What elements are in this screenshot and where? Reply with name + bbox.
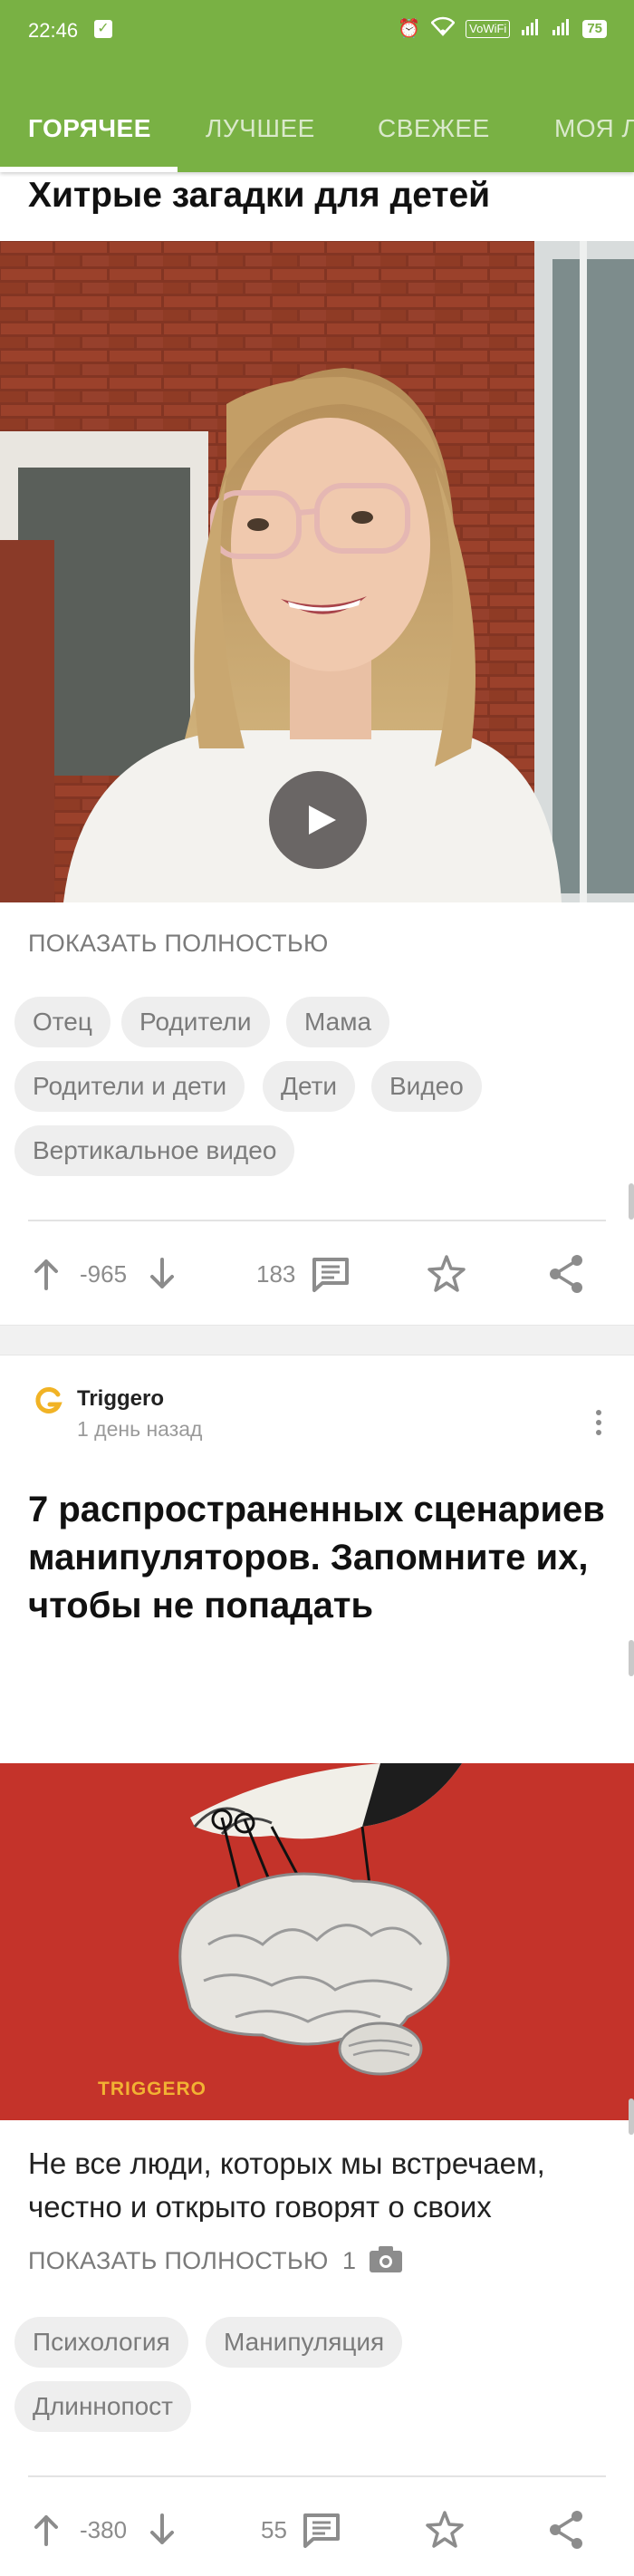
camera-icon: [368, 2243, 404, 2279]
tab-best[interactable]: ЛУЧШЕЕ: [206, 114, 315, 172]
active-tab-indicator: [0, 167, 178, 172]
tag-chip[interactable]: Видео: [371, 1061, 482, 1112]
signal-icon-2: [552, 17, 572, 41]
post-rating: -380: [80, 2516, 128, 2543]
scrollbar-thumb[interactable]: [629, 1640, 634, 1676]
photo-count: 1: [342, 2247, 357, 2274]
play-button[interactable]: [269, 771, 367, 869]
status-icons: ⏰ VoWiFi 75: [398, 16, 607, 42]
comment-icon[interactable]: [303, 2503, 341, 2576]
downvote-arrow-icon[interactable]: [149, 2503, 176, 2576]
image-caption: TRIGGERO: [98, 2079, 207, 2099]
status-bar: 22:46 ✓ ⏰ VoWiFi 75: [0, 0, 634, 65]
post-date: 1 день назад: [77, 1417, 203, 1441]
post-rating: -965: [80, 1260, 128, 1288]
share-icon[interactable]: [547, 2503, 585, 2576]
battery-indicator: 75: [582, 20, 607, 38]
post-title[interactable]: 7 распространенных сценариев манипулятор…: [28, 1486, 608, 1630]
vowifi-badge: VoWiFi: [466, 20, 511, 38]
tag-chip[interactable]: Вертикальное видео: [14, 1125, 295, 1176]
bookmark-star-icon[interactable]: [426, 2503, 464, 2576]
post-title[interactable]: Хитрые загадки для детей: [28, 176, 490, 216]
divider: [28, 1220, 606, 1221]
tag-chip[interactable]: Длиннопост: [14, 2381, 191, 2432]
app-bar: 22:46 ✓ ⏰ VoWiFi 75 ГОРЯЧЕЕ ЛУЧШЕЕ СВЕЖЕ…: [0, 0, 634, 172]
wifi-icon: [430, 16, 456, 42]
share-icon[interactable]: [547, 1247, 585, 1320]
upvote-arrow-icon[interactable]: [33, 2503, 60, 2576]
scrollbar-thumb[interactable]: [629, 2098, 634, 2135]
divider: [28, 2475, 606, 2477]
play-icon: [309, 806, 336, 835]
post-separator: [0, 1325, 634, 1356]
post-image[interactable]: TRIGGERO: [0, 1763, 634, 2120]
comments-count[interactable]: 183: [256, 1247, 295, 1301]
downvote-arrow-icon[interactable]: [149, 1247, 176, 1320]
tag-chip[interactable]: Родители и дети: [14, 1061, 245, 1112]
show-full-post-button[interactable]: ПОКАЗАТЬ ПОЛНОСТЬЮ: [28, 2247, 329, 2275]
tag-chip[interactable]: Родители: [121, 997, 270, 1047]
tag-chip[interactable]: Мама: [286, 997, 390, 1047]
bookmark-star-icon[interactable]: [427, 1247, 466, 1320]
tag-chip[interactable]: Дети: [263, 1061, 356, 1112]
post1-actions: -965 183: [0, 1247, 634, 1301]
tab-fresh[interactable]: СВЕЖЕЕ: [378, 114, 490, 172]
video-preview[interactable]: [0, 241, 634, 902]
post2-actions: -380 55: [0, 2503, 634, 2557]
tab-hot[interactable]: ГОРЯЧЕЕ: [28, 114, 151, 172]
post-author[interactable]: Triggero 1 день назад: [28, 1386, 608, 1441]
feed-tabs: ГОРЯЧЕЕ ЛУЧШЕЕ СВЕЖЕЕ МОЯ Л: [0, 114, 634, 172]
show-full-post-button[interactable]: ПОКАЗАТЬ ПОЛНОСТЬЮ: [28, 930, 329, 958]
author-name[interactable]: Triggero: [77, 1386, 164, 1412]
comments-count[interactable]: 55: [261, 2503, 287, 2557]
status-time: 22:46: [28, 19, 79, 42]
tag-chip[interactable]: Психология: [14, 2317, 188, 2368]
author-avatar: [34, 1386, 62, 1420]
tab-my-feed[interactable]: МОЯ Л: [554, 114, 634, 172]
alarm-icon: ⏰: [398, 19, 421, 39]
more-options-icon[interactable]: [594, 1410, 603, 1440]
signal-icon-1: [521, 17, 541, 41]
scrollbar-thumb[interactable]: [629, 1183, 634, 1220]
tag-chip[interactable]: Манипуляция: [206, 2317, 403, 2368]
post-excerpt[interactable]: Не все люди, которых мы встречаем, честн…: [28, 2142, 617, 2222]
comment-icon[interactable]: [312, 1247, 350, 1320]
tag-chip[interactable]: Отец: [14, 997, 110, 1047]
upvote-arrow-icon[interactable]: [33, 1247, 60, 1320]
notification-check-icon: ✓: [94, 20, 112, 38]
